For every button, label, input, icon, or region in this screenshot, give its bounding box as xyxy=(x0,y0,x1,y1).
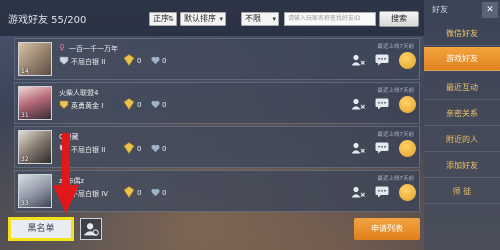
last-online-time: 最近上线7天前 xyxy=(377,176,415,182)
friend-row[interactable]: 31 火柴人联盟4 英勇黄金 I 0 0 最近上线7天前 xyxy=(14,82,420,124)
last-online-time: 最近上线7天前 xyxy=(377,132,415,138)
friend-settings-icon[interactable] xyxy=(80,218,102,240)
filter-value: 不限 xyxy=(245,14,261,23)
chat-icon[interactable] xyxy=(375,142,389,154)
player-level: 14 xyxy=(21,68,29,75)
apply-list-button[interactable]: 申请列表 xyxy=(354,218,420,240)
page-title: 游戏好友 55/200 xyxy=(8,15,87,26)
sidebar-item-mentor[interactable]: 师 徒 xyxy=(424,180,500,204)
player-level: 33 xyxy=(21,200,29,207)
sort-by-value: 默认排序 xyxy=(184,14,216,23)
remove-friend-icon[interactable] xyxy=(351,142,365,154)
send-gift-icon[interactable] xyxy=(399,52,416,69)
last-online-time: 最近上线7天前 xyxy=(377,44,415,50)
sidebar-item-wechat-friends[interactable]: 微信好友 xyxy=(424,22,500,46)
send-gift-icon[interactable] xyxy=(399,140,416,157)
dropdown-arrow-icon: ▾ xyxy=(219,15,223,23)
avatar[interactable]: 14 xyxy=(18,42,52,76)
female-gender-icon: ♀ xyxy=(59,43,65,52)
sort-by-dropdown[interactable]: 默认排序 ▾ xyxy=(180,12,226,26)
gem-count: 0 xyxy=(137,57,142,65)
send-gift-icon[interactable] xyxy=(399,184,416,201)
heart-count: 0 xyxy=(162,57,167,65)
rank-label: 不屈白银 II xyxy=(71,58,106,66)
sidebar-item-game-friends[interactable]: 游戏好友 xyxy=(424,47,500,71)
avatar[interactable]: 31 xyxy=(18,86,52,120)
friend-row[interactable]: 14 ♀ 一百一千一万年 不屈白银 II 0 0 最近上线7天前 xyxy=(14,38,420,80)
remove-friend-icon[interactable] xyxy=(351,98,365,110)
friends-sidebar: 好友 ✕ 微信好友 游戏好友 最近互动 亲密关系 附近的人 添加好友 师 徒 xyxy=(424,0,500,250)
friend-name: 一百一千一万年 xyxy=(69,45,118,53)
chat-icon[interactable] xyxy=(375,98,389,110)
sidebar-item-nearby[interactable]: 附近的人 xyxy=(424,128,500,152)
sort-order-value: 正序 xyxy=(153,14,169,23)
friend-name: 火柴人联盟4 xyxy=(59,89,99,97)
remove-friend-icon[interactable] xyxy=(351,54,365,66)
chat-icon[interactable] xyxy=(375,54,389,66)
heart-icon xyxy=(151,56,160,65)
dropdown-arrow-icon: ▾ xyxy=(272,15,276,23)
rank-label: 英勇黄金 I xyxy=(71,102,104,110)
rank-shield-icon xyxy=(59,56,69,65)
sidebar-item-add-friend[interactable]: 添加好友 xyxy=(424,154,500,178)
heart-count: 0 xyxy=(162,145,167,153)
tutorial-arrow-icon xyxy=(53,133,79,214)
heart-icon xyxy=(151,188,160,197)
gem-icon xyxy=(123,186,135,198)
search-button[interactable]: 搜索 xyxy=(379,11,419,27)
search-input[interactable]: 请输入玩家名称查找好友ID xyxy=(284,12,376,26)
chat-icon[interactable] xyxy=(375,186,389,198)
close-button[interactable]: ✕ xyxy=(482,2,498,18)
heart-icon xyxy=(151,100,160,109)
heart-count: 0 xyxy=(162,189,167,197)
last-online-time: 最近上线7天前 xyxy=(377,88,415,94)
sort-order-dropdown[interactable]: 正序 ⇅ xyxy=(149,12,177,26)
friends-toolbar: 游戏好友 55/200 正序 ⇅ 默认排序 ▾ 不限 ▾ 请输入玩家名称查找好友… xyxy=(0,0,424,36)
sidebar-item-intimate[interactable]: 亲密关系 xyxy=(424,102,500,126)
sidebar-item-recent[interactable]: 最近互动 xyxy=(424,76,500,100)
heart-count: 0 xyxy=(162,101,167,109)
gem-count: 0 xyxy=(137,145,142,153)
filter-dropdown[interactable]: 不限 ▾ xyxy=(241,12,279,26)
gem-icon xyxy=(123,142,135,154)
gem-icon xyxy=(123,54,135,66)
gem-count: 0 xyxy=(137,101,142,109)
rank-shield-icon xyxy=(59,100,69,109)
avatar[interactable]: 33 xyxy=(18,174,52,208)
send-gift-icon[interactable] xyxy=(399,96,416,113)
heart-icon xyxy=(151,144,160,153)
dropdown-arrow-icon: ⇅ xyxy=(168,15,174,23)
search-placeholder: 请输入玩家名称查找好友ID xyxy=(288,15,361,22)
gem-icon xyxy=(123,98,135,110)
avatar[interactable]: 32 xyxy=(18,130,52,164)
remove-friend-icon[interactable] xyxy=(351,186,365,198)
player-level: 31 xyxy=(21,112,29,119)
player-level: 32 xyxy=(21,156,29,163)
gem-count: 0 xyxy=(137,189,142,197)
blacklist-button[interactable]: 黑名单 xyxy=(8,217,74,241)
